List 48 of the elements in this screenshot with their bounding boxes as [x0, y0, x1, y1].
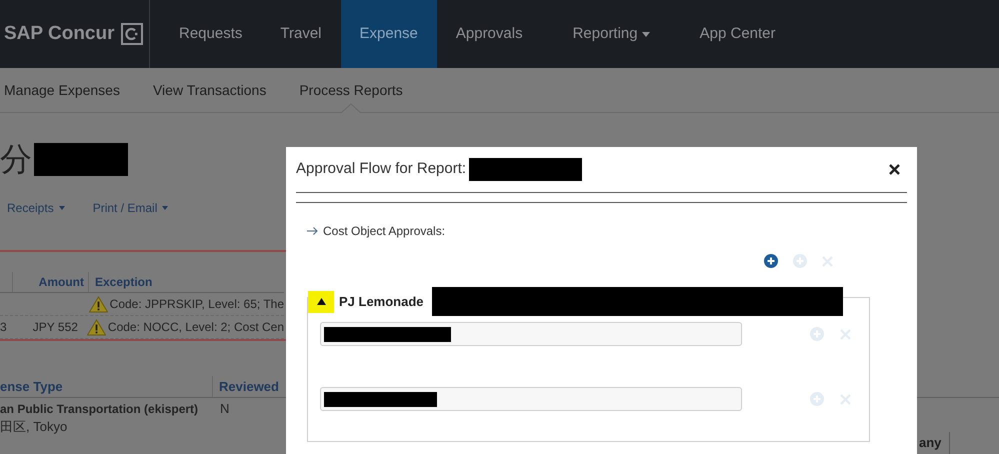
table-cell-text: Code: JPPRSKIP, Level: 65; The	[110, 296, 284, 313]
location-text: 田区, Tokyo	[0, 418, 68, 436]
subnav-tab[interactable]: Process Reports	[299, 68, 403, 112]
column-header: Reviewed	[219, 378, 279, 394]
approver-field[interactable]	[320, 322, 742, 346]
close-icon	[840, 328, 851, 340]
plus-icon	[810, 327, 824, 341]
caret-icon	[58, 206, 65, 210]
plus-icon	[793, 254, 807, 268]
subnav-tab[interactable]: View Transactions	[152, 68, 266, 112]
dialog-title: Approval Flow for Report:	[296, 159, 466, 180]
nav-tab[interactable]: Approvals	[436, 0, 542, 68]
warning-icon	[88, 296, 108, 312]
column-header: ense Type	[0, 378, 63, 396]
group-name: PJ Lemonade	[339, 292, 424, 311]
logo-icon	[120, 23, 143, 45]
table-cell-text: Code: NOCC, Level: 2; Cost Cen	[108, 319, 284, 336]
close-button[interactable]	[887, 162, 901, 176]
nav-tab[interactable]: Travel	[261, 0, 340, 68]
table-cell-text: N	[219, 400, 230, 418]
nav-tab[interactable]: Reporting	[554, 0, 669, 68]
plus-icon	[764, 254, 778, 268]
menu-link[interactable]: Print / Email	[92, 199, 168, 217]
table-cell: 3	[0, 320, 7, 334]
table-cell-text: JPY 552	[32, 319, 78, 336]
column-header: any	[919, 434, 942, 452]
plus-icon	[810, 392, 824, 406]
report-title: 分	[0, 143, 32, 175]
arrow-icon	[307, 227, 318, 235]
warning-icon	[86, 318, 106, 336]
nav-tab[interactable]: App Center	[680, 0, 795, 68]
add-button[interactable]	[764, 254, 778, 268]
close-icon	[840, 394, 851, 404]
logo-text: SAP Concur	[4, 22, 115, 46]
menu-link[interactable]: Receipts	[7, 199, 65, 217]
nav-tab[interactable]: Requests	[160, 0, 262, 68]
close-icon	[822, 256, 833, 266]
expense-type: an Public Transportation (ekispert)	[0, 401, 200, 418]
close-icon	[888, 164, 900, 175]
column-header: Exception	[95, 275, 152, 289]
nav-tab[interactable]: Expense	[340, 0, 437, 68]
collapse-icon	[316, 298, 326, 305]
expand-toggle[interactable]	[308, 290, 334, 312]
approver-field[interactable]	[320, 387, 742, 411]
section-label: Cost Object Approvals:	[323, 223, 446, 240]
caret-icon	[162, 206, 168, 210]
column-header: Amount	[38, 274, 84, 291]
subnav-tab[interactable]: Manage Expenses	[4, 68, 120, 112]
